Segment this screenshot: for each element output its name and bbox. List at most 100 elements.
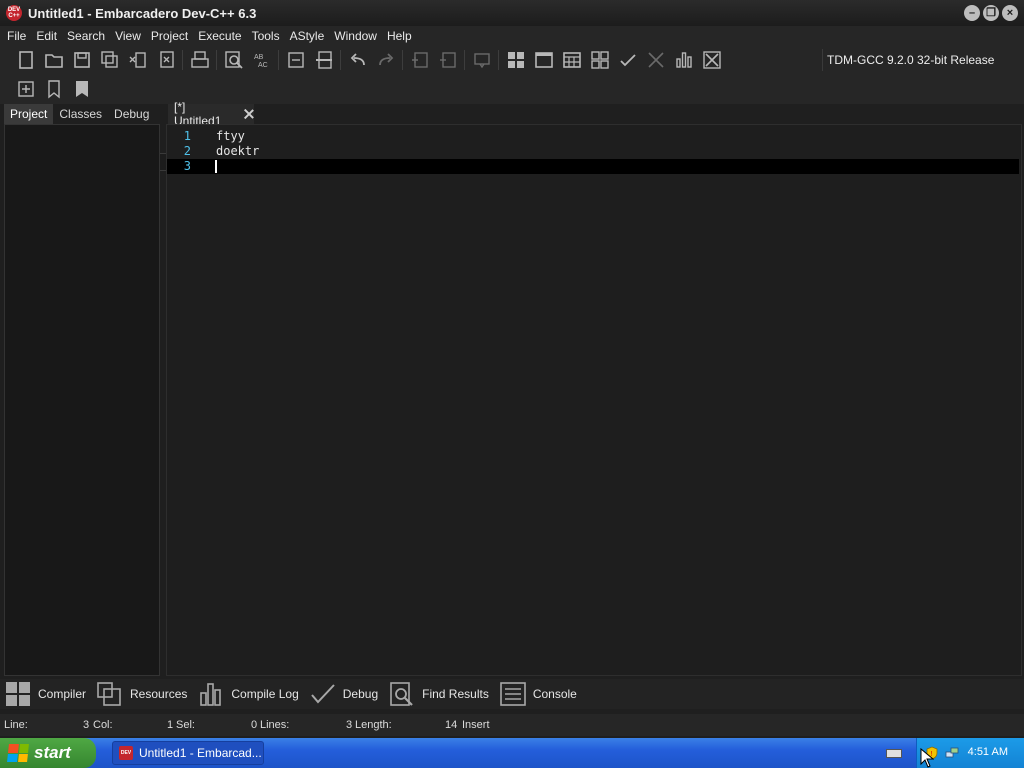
menu-view[interactable]: View (110, 26, 146, 46)
redo-button[interactable] (373, 48, 399, 72)
minimize-button[interactable]: – (964, 5, 980, 21)
windows-taskbar: start DEV Untitled1 - Embarcad... ! 4:51… (0, 738, 1024, 768)
syntax-check-button[interactable] (615, 48, 641, 72)
undo-button[interactable] (345, 48, 371, 72)
line-text: ftyy (216, 129, 245, 143)
menu-window[interactable]: Window (329, 26, 382, 46)
tab-resources[interactable]: Resources (96, 679, 197, 709)
window-title: Untitled1 - Embarcadero Dev-C++ 6.3 (28, 5, 257, 21)
tab-compile-log[interactable]: Compile Log (197, 679, 308, 709)
compile-log-chart-icon (200, 683, 222, 706)
start-button[interactable]: start (0, 738, 96, 768)
rebuild-icon (591, 51, 609, 69)
menu-search[interactable]: Search (62, 26, 110, 46)
close-file-button[interactable] (125, 48, 151, 72)
project-options-button[interactable] (469, 48, 495, 72)
new-file-button[interactable] (13, 48, 39, 72)
check-icon (620, 54, 636, 67)
tab-debug[interactable]: Debug (108, 104, 155, 124)
indent-button[interactable] (283, 48, 309, 72)
find-results-icon (390, 682, 413, 706)
menu-execute[interactable]: Execute (193, 26, 246, 46)
remove-file-button[interactable] (435, 48, 461, 72)
close-tab-icon[interactable] (244, 109, 254, 119)
goto-bookmark-button[interactable] (69, 77, 95, 101)
tab-debug-output[interactable]: Debug (309, 679, 388, 709)
menu-project[interactable]: Project (146, 26, 193, 46)
print-button[interactable] (187, 48, 213, 72)
indent-icon (288, 52, 304, 68)
new-file-icon (19, 51, 33, 69)
line-number: 3 (183, 159, 191, 173)
run-button[interactable] (531, 48, 557, 72)
compile-button[interactable] (503, 48, 529, 72)
devcpp-logo-icon: DEV C++ (6, 5, 22, 21)
open-file-button[interactable] (41, 48, 67, 72)
svg-text:AB: AB (254, 54, 264, 61)
close-button[interactable]: × (1002, 5, 1018, 21)
close-all-icon (160, 51, 174, 68)
keyboard-icon[interactable] (886, 749, 902, 758)
compiler-grid-icon (6, 682, 30, 706)
status-col-value: 1 (167, 719, 174, 731)
tab-find-results[interactable]: Find Results (388, 679, 499, 709)
toggle-split-button[interactable] (311, 48, 337, 72)
add-file-button[interactable] (407, 48, 433, 72)
project-browser[interactable] (4, 124, 160, 676)
network-icon[interactable] (945, 746, 959, 760)
open-folder-icon (45, 54, 63, 68)
menu-file[interactable]: File (2, 26, 31, 46)
title-bar: DEV C++ Untitled1 - Embarcadero Dev-C++ 6… (0, 0, 1024, 26)
resources-icon (97, 682, 121, 706)
rebuild-all-button[interactable] (587, 48, 613, 72)
status-line-label: Line: (4, 719, 28, 731)
menu-bar: File Edit Search View Project Execute To… (0, 26, 1024, 46)
mouse-cursor-icon (920, 748, 934, 768)
system-clock[interactable]: 4:51 AM (968, 746, 1008, 758)
line-text: doektr (216, 144, 260, 158)
tab-console[interactable]: Console (499, 679, 587, 709)
remove-file-icon (440, 52, 456, 68)
find-button[interactable] (221, 48, 247, 72)
profile-button[interactable] (671, 48, 697, 72)
undo-icon (350, 53, 365, 66)
svg-text:AC: AC (258, 62, 268, 69)
save-button[interactable] (69, 48, 95, 72)
replace-button[interactable]: AB AC (249, 48, 275, 72)
status-sel-label: Sel: (176, 719, 195, 731)
menu-help[interactable]: Help (382, 26, 417, 46)
save-all-button[interactable] (97, 48, 123, 72)
compile-run-icon (563, 52, 581, 68)
compiler-selector[interactable]: TDM-GCC 9.2.0 32-bit Release (822, 49, 1020, 71)
taskbar-item-devcpp[interactable]: DEV Untitled1 - Embarcad... (112, 741, 264, 765)
compile-grid-icon (508, 52, 524, 68)
menu-tools[interactable]: Tools (247, 26, 285, 46)
menu-edit[interactable]: Edit (31, 26, 62, 46)
tab-compiler[interactable]: Compiler (4, 679, 96, 709)
toggle-bookmark-button[interactable] (41, 77, 67, 101)
editor-tab-untitled1[interactable]: [*] Untitled1 (168, 100, 254, 128)
save-icon (74, 52, 90, 68)
close-file-icon (129, 52, 146, 68)
tab-classes[interactable]: Classes (53, 104, 108, 124)
bottom-panel-tabs: Compiler Resources Compile Log Debug Fin… (0, 679, 1024, 709)
tab-project[interactable]: Project (4, 104, 54, 124)
close-all-button[interactable] (153, 48, 179, 72)
comment-icon (474, 53, 490, 69)
stop-x-icon (648, 52, 664, 68)
find-icon (225, 51, 243, 69)
menu-astyle[interactable]: AStyle (285, 26, 330, 46)
windows-logo-icon (7, 744, 29, 762)
status-col-label: Col: (93, 719, 113, 731)
stop-execution-button[interactable] (643, 48, 669, 72)
save-all-icon (101, 51, 118, 68)
code-editor[interactable]: 1 ftyy 2 doektr 3 (166, 124, 1022, 676)
restore-button[interactable]: ❐ (983, 5, 999, 21)
left-panel-tabs: Project Classes Debug (4, 104, 155, 124)
run-window-icon (535, 52, 553, 68)
compile-run-button[interactable] (559, 48, 585, 72)
current-code-line: 3 (167, 159, 1019, 174)
delete-profile-button[interactable] (699, 48, 725, 72)
status-lines-value: 3 (346, 719, 353, 731)
insert-button[interactable] (13, 77, 39, 101)
